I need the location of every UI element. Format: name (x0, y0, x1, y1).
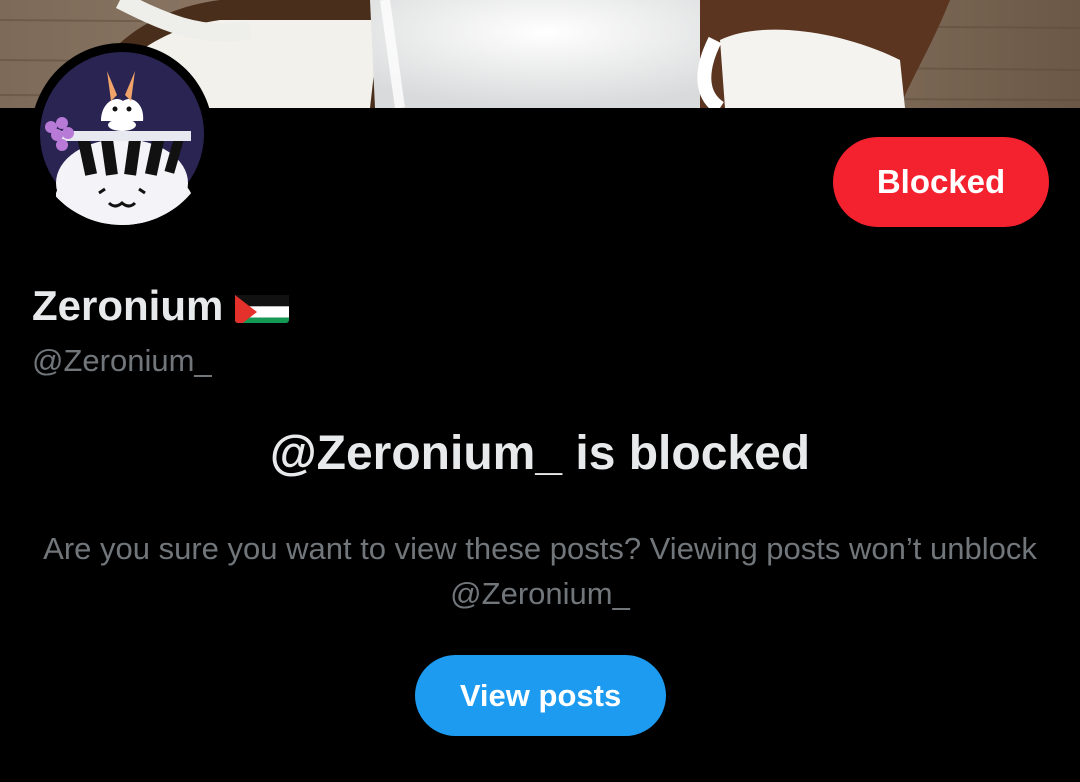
view-posts-button[interactable]: View posts (415, 655, 666, 736)
display-name: Zeronium (32, 282, 224, 329)
profile-name-row: Zeronium (32, 280, 290, 332)
profile-handle: @Zeronium_ (32, 343, 212, 378)
blocked-notice-title: @Zeronium_ is blocked (269, 427, 811, 480)
avatar-image (32, 44, 212, 225)
blocked-notice-description: Are you sure you want to view these post… (43, 531, 1037, 611)
profile-avatar[interactable] (31, 43, 213, 225)
blocked-button[interactable]: Blocked (833, 137, 1049, 227)
palestine-flag-icon (235, 289, 290, 323)
